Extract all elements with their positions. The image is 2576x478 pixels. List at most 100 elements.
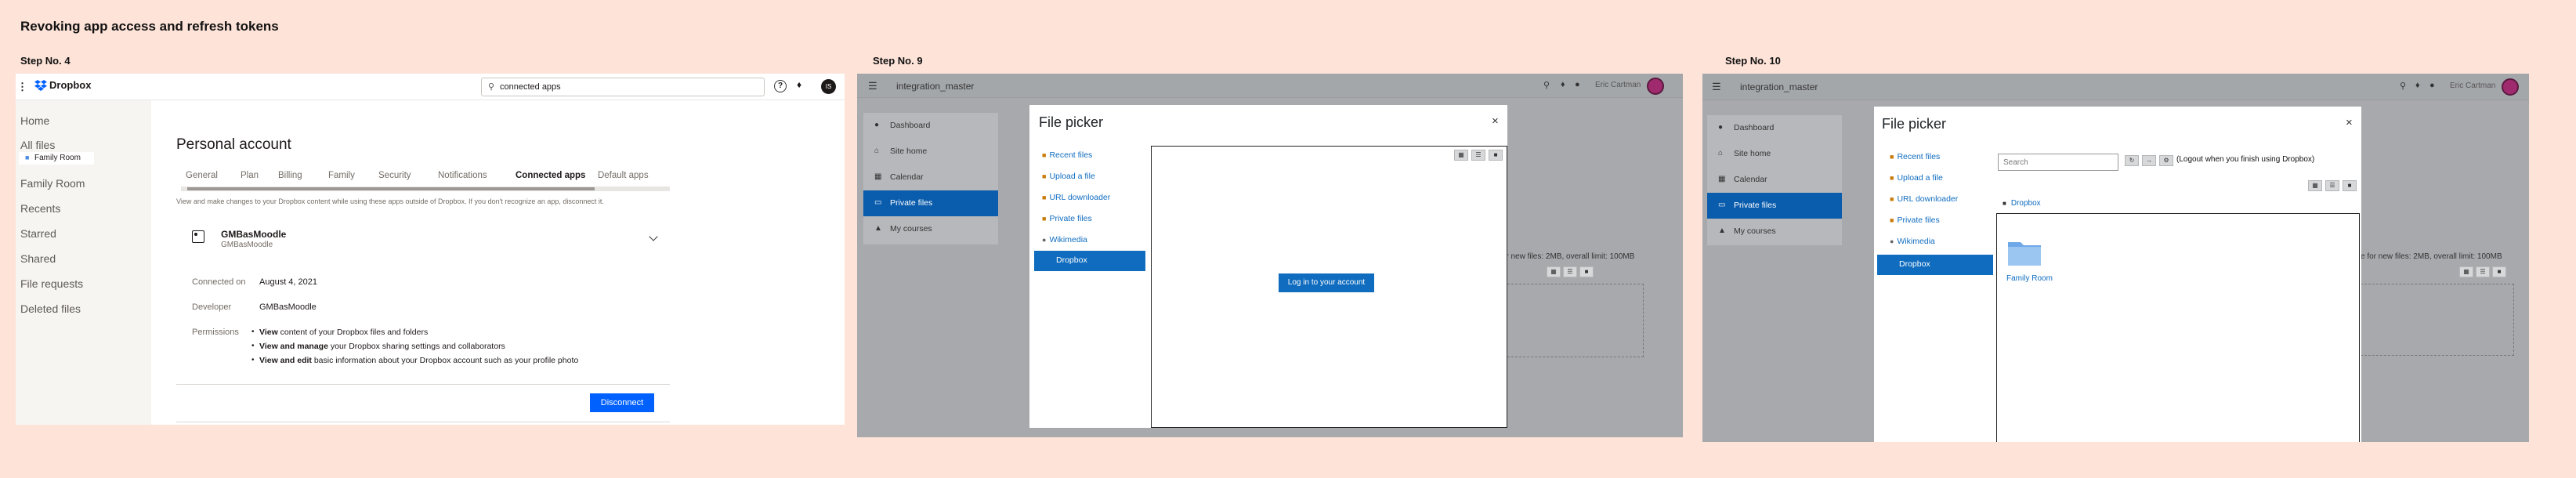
chat-icon[interactable]: ● <box>2429 81 2435 90</box>
list-view-icon[interactable]: ☰ <box>2325 180 2339 191</box>
avatar[interactable] <box>1647 78 1664 95</box>
grid-view-icon[interactable]: ▦ <box>2308 180 2322 191</box>
tab-billing[interactable]: Billing <box>278 171 302 180</box>
repo-url-downloader[interactable]: ■ URL downloader <box>1042 193 1110 202</box>
nav-dashboard[interactable]: ● Dashboard <box>863 113 998 139</box>
repository-list: ■ Recent files ■ Upload a file ■ URL downlo… <box>1029 146 1151 271</box>
close-icon[interactable]: × <box>2346 116 2353 129</box>
tab-general[interactable]: General <box>186 171 218 180</box>
user-name[interactable]: Eric Cartman <box>1595 81 1641 89</box>
tab-default-apps[interactable]: Default apps <box>598 171 649 180</box>
bullet-icon: • <box>251 328 255 336</box>
nav-my-courses[interactable]: ▲ My courses <box>863 216 998 242</box>
search-input[interactable]: Search <box>1998 154 2118 171</box>
nav-dashboard[interactable]: ● Dashboard <box>1707 115 1842 141</box>
repo-dropbox[interactable]: Dropbox <box>1877 255 1993 275</box>
repository-list: ■ Recent files ■ Upload a file ■ URL downlo… <box>1874 147 1998 275</box>
disconnect-button[interactable]: Disconnect <box>590 393 654 412</box>
tab-plan[interactable]: Plan <box>241 171 259 180</box>
nav-calendar[interactable]: ▦ Calendar <box>1707 167 1842 193</box>
sidebar-item-family-room[interactable]: Family Room <box>20 177 85 190</box>
repo-url-downloader[interactable]: ■ URL downloader <box>1890 194 1958 204</box>
tabs-scrollbar[interactable] <box>181 186 670 191</box>
sidebar-item-home[interactable]: Home <box>20 114 49 127</box>
avatar[interactable]: IS <box>821 79 836 94</box>
sidebar-item-all-files[interactable]: All files <box>20 139 55 151</box>
nav-site-home[interactable]: ⌂ Site home <box>863 139 998 165</box>
tree-view-icon[interactable]: ■ <box>1489 150 1503 161</box>
chat-icon[interactable]: ● <box>1575 80 1580 89</box>
hamburger-icon[interactable]: ☰ <box>1712 81 1721 93</box>
sidebar-item-deleted-files[interactable]: Deleted files <box>20 302 81 315</box>
moodle-navbar: ☰ integration_master ⚲ ♦ ● Eric Cartman <box>1702 74 2529 100</box>
breadcrumb[interactable]: ■ Dropbox <box>2003 199 2041 208</box>
bell-icon[interactable]: ♦ <box>797 79 801 90</box>
close-icon[interactable]: × <box>1492 114 1499 128</box>
background-filemanager: e for new files: 2MB, overall limit: 100… <box>2361 251 2529 407</box>
repo-wikimedia[interactable]: ● Wikimedia <box>1890 237 1935 246</box>
refresh-icon[interactable]: ↻ <box>2125 155 2139 166</box>
sidebar-item-starred[interactable]: Starred <box>20 227 56 240</box>
dialog-title: File picker <box>1882 116 1947 132</box>
tab-security[interactable]: Security <box>378 171 411 180</box>
dropbox-logo[interactable]: Dropbox <box>34 79 91 91</box>
sidebar-item-recents[interactable]: Recents <box>20 202 60 215</box>
hamburger-icon[interactable]: ☰ <box>868 80 877 92</box>
logout-notice: (Logout when you finish using Dropbox) <box>2176 155 2315 164</box>
repo-upload-file[interactable]: ■ Upload a file <box>1042 172 1095 181</box>
site-name[interactable]: integration_master <box>896 81 974 92</box>
sidebar-subitem-family-room[interactable]: ■ Family Room <box>19 152 94 165</box>
permissions-label: Permissions <box>192 328 239 337</box>
file-limit-text: for new files: 2MB, overall limit: 100MB <box>1500 252 1635 261</box>
folder-icon <box>2008 242 2041 266</box>
menu-icon[interactable]: ⋮ <box>17 81 27 93</box>
sidebar-subitem-label: Family Room <box>34 154 81 162</box>
logout-icon[interactable]: → <box>2142 155 2156 166</box>
nav-private-files[interactable]: ▭ Private files <box>1707 193 1842 219</box>
permission-item: View content of your Dropbox files and f… <box>259 328 429 337</box>
nav-site-home[interactable]: ⌂ Site home <box>1707 141 1842 167</box>
settings-content: Personal account General Plan Billing Fa… <box>176 136 686 425</box>
repo-private-files[interactable]: ■ Private files <box>1890 215 1940 225</box>
sidebar-item-shared[interactable]: Shared <box>20 252 56 265</box>
repo-recent-files[interactable]: ■ Recent files <box>1890 152 1940 161</box>
folder-item[interactable]: Family Room <box>2006 237 2053 286</box>
search-icon[interactable]: ⚲ <box>1543 80 1550 90</box>
avatar[interactable] <box>2502 78 2519 96</box>
search-input[interactable]: ⚲ connected apps <box>481 78 765 96</box>
list-view-icon[interactable]: ☰ <box>1471 150 1485 161</box>
bell-icon[interactable]: ♦ <box>2415 81 2420 90</box>
tab-connected-apps[interactable]: Connected apps <box>516 171 585 180</box>
repo-recent-files[interactable]: ■ Recent files <box>1042 150 1092 160</box>
grid-view-icon[interactable]: ▦ <box>1454 150 1468 161</box>
user-name[interactable]: Eric Cartman <box>2450 81 2495 90</box>
bell-icon[interactable]: ♦ <box>1561 80 1565 89</box>
app-subtitle: GMBasMoodle <box>221 241 273 249</box>
developer-value: GMBasMoodle <box>259 302 317 312</box>
repo-dropbox[interactable]: Dropbox <box>1034 251 1145 271</box>
site-name[interactable]: integration_master <box>1740 81 1818 92</box>
developer-label: Developer <box>192 302 232 312</box>
tab-family[interactable]: Family <box>328 171 355 180</box>
calendar-icon: ▦ <box>1718 175 1726 183</box>
dialog-title: File picker <box>1039 114 1104 130</box>
sidebar-item-file-requests[interactable]: File requests <box>20 277 83 290</box>
file-picker-content: Search ↻ → ⚙ (Logout when you finish usi… <box>1996 147 2361 442</box>
nav-calendar[interactable]: ▦ Calendar <box>863 165 998 190</box>
settings-icon[interactable]: ⚙ <box>2159 155 2173 166</box>
chevron-down-icon[interactable] <box>649 232 658 241</box>
nav-private-files[interactable]: ▭ Private files <box>863 190 998 216</box>
login-button[interactable]: Log in to your account <box>1279 273 1374 292</box>
divider <box>176 384 670 385</box>
folder-name: Family Room <box>2006 274 2053 283</box>
repo-wikimedia[interactable]: ● Wikimedia <box>1042 235 1087 244</box>
scrollbar-thumb[interactable] <box>187 187 595 190</box>
tree-view-icon[interactable]: ■ <box>2343 180 2357 191</box>
tab-notifications[interactable]: Notifications <box>438 171 487 180</box>
search-icon[interactable]: ⚲ <box>2400 81 2406 91</box>
dashboard-icon: ● <box>874 121 880 129</box>
repo-upload-file[interactable]: ■ Upload a file <box>1890 173 1943 183</box>
nav-my-courses[interactable]: ▲ My courses <box>1707 219 1842 244</box>
repo-private-files[interactable]: ■ Private files <box>1042 214 1092 223</box>
help-icon[interactable]: ? <box>774 80 787 92</box>
